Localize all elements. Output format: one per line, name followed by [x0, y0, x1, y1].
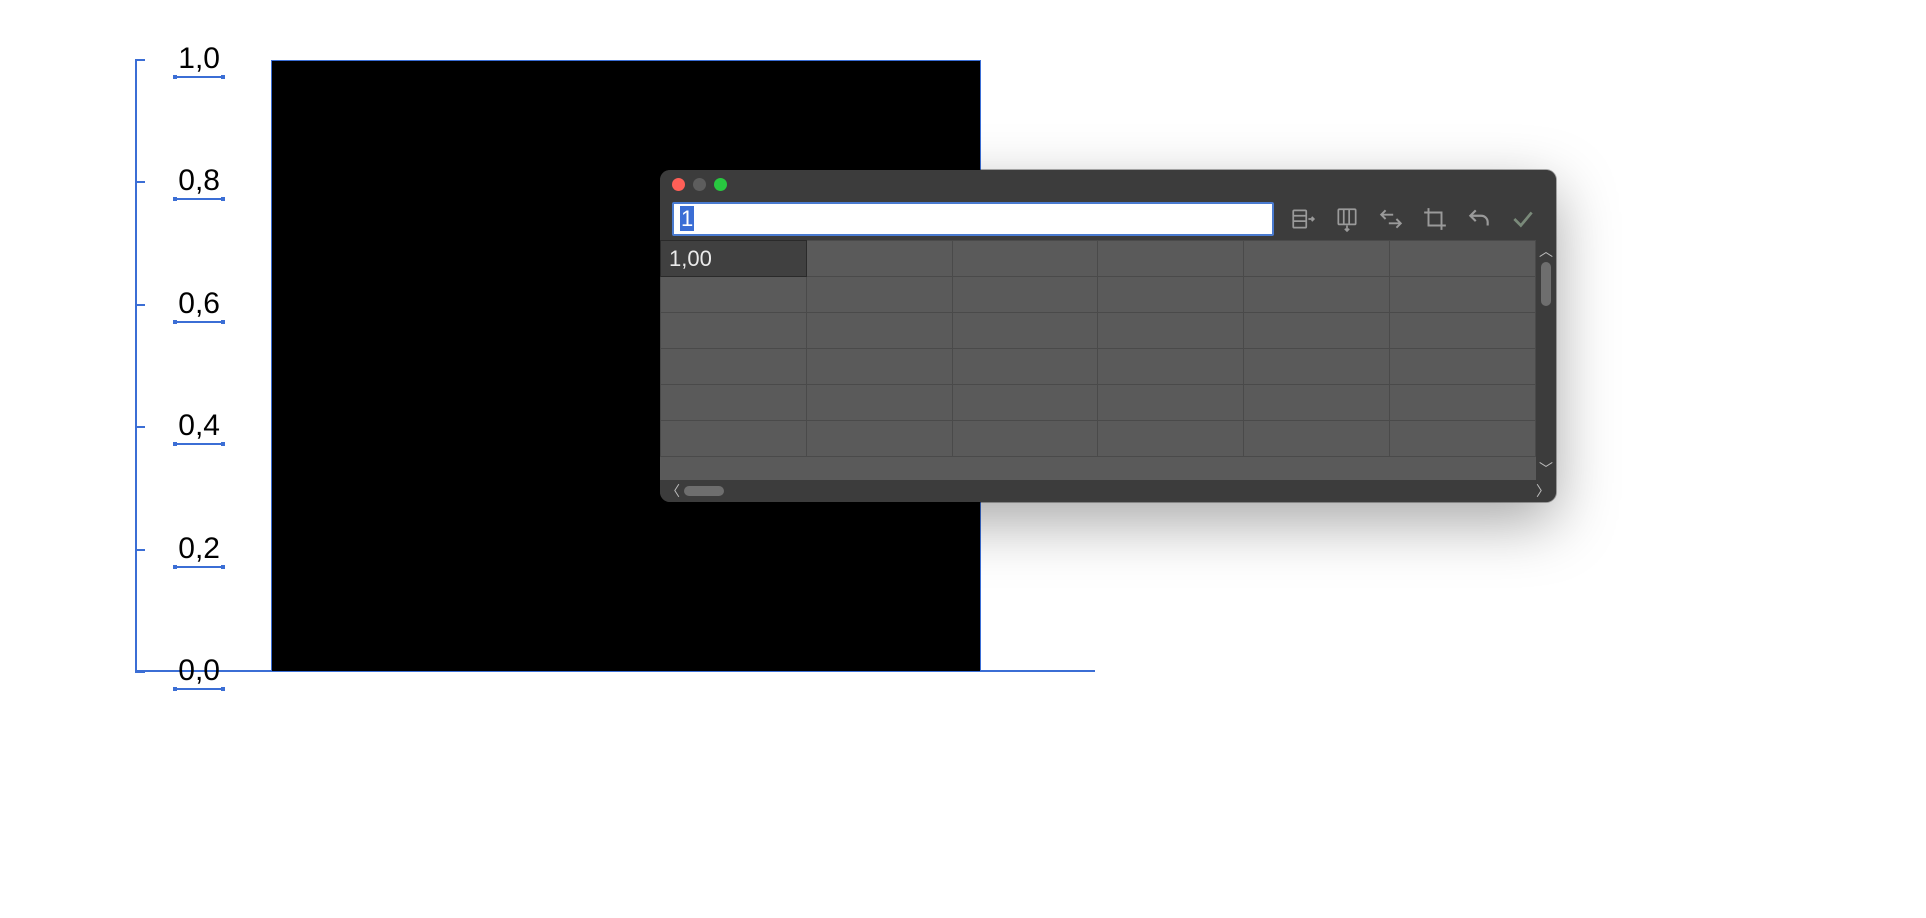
grid-cell[interactable] — [1098, 385, 1244, 421]
grid-cell[interactable] — [661, 421, 807, 457]
undo-icon[interactable] — [1464, 204, 1494, 234]
swap-xy-icon[interactable] — [1376, 204, 1406, 234]
grid-cell[interactable] — [1244, 385, 1390, 421]
y-tick-mark — [135, 671, 145, 673]
y-tick-label-0[interactable]: 0,0 — [176, 654, 222, 690]
y-tick-mark — [135, 549, 145, 551]
grid-cell[interactable] — [1390, 313, 1536, 349]
grid-cell[interactable] — [661, 313, 807, 349]
maximize-icon[interactable] — [714, 178, 727, 191]
y-tick-label-4[interactable]: 0,8 — [176, 164, 222, 200]
grid-cell[interactable] — [1098, 349, 1244, 385]
formula-value: 1 — [680, 206, 694, 231]
toolbar: 1 — [660, 198, 1556, 240]
y-tick-label-2[interactable]: 0,4 — [176, 409, 222, 445]
grid-cell[interactable] — [661, 349, 807, 385]
y-tick-label-1[interactable]: 0,2 — [176, 532, 222, 568]
grid-cell[interactable] — [806, 421, 952, 457]
grid-cell[interactable] — [1390, 421, 1536, 457]
grid-cell[interactable] — [1244, 277, 1390, 313]
y-tick-label-5[interactable]: 1,0 — [176, 42, 222, 78]
grid-cell[interactable] — [1244, 241, 1390, 277]
close-icon[interactable] — [672, 178, 685, 191]
grid-cell[interactable] — [1390, 385, 1536, 421]
data-table-window: 1 — [660, 170, 1556, 502]
grid-cell[interactable] — [806, 349, 952, 385]
grid-cell[interactable] — [1098, 241, 1244, 277]
y-tick-mark — [135, 304, 145, 306]
grid-cell[interactable] — [806, 313, 952, 349]
horizontal-scrollbar[interactable]: 〈 〉 — [660, 480, 1556, 502]
grid-cell[interactable] — [952, 385, 1098, 421]
grid-cell[interactable] — [952, 421, 1098, 457]
vertical-scrollbar[interactable]: ︿ ﹀ — [1536, 240, 1556, 480]
insert-row-icon[interactable] — [1288, 204, 1318, 234]
grid-cell[interactable] — [1244, 313, 1390, 349]
grid-cell[interactable] — [806, 277, 952, 313]
grid-cell[interactable] — [1098, 421, 1244, 457]
formula-input[interactable]: 1 — [672, 202, 1274, 236]
grid-cell[interactable] — [806, 385, 952, 421]
hscroll-thumb[interactable] — [684, 486, 724, 496]
grid-cell[interactable] — [1244, 421, 1390, 457]
accept-icon[interactable] — [1508, 204, 1538, 234]
y-tick-mark — [135, 426, 145, 428]
grid-cell[interactable] — [806, 241, 952, 277]
scroll-right-icon[interactable]: 〉 — [1536, 484, 1550, 498]
scroll-left-icon[interactable]: 〈 — [666, 484, 680, 498]
grid-cell[interactable] — [661, 385, 807, 421]
crop-range-icon[interactable] — [1420, 204, 1450, 234]
scroll-up-icon[interactable]: ︿ — [1539, 244, 1553, 258]
data-grid[interactable]: 1,00 — [660, 240, 1536, 480]
y-tick-mark — [135, 181, 145, 183]
grid-cell[interactable] — [952, 349, 1098, 385]
grid-cell[interactable] — [952, 313, 1098, 349]
minimize-icon[interactable] — [693, 178, 706, 191]
grid-cell[interactable] — [1390, 277, 1536, 313]
vscroll-thumb[interactable] — [1541, 262, 1551, 306]
grid-cell[interactable] — [661, 277, 807, 313]
scroll-down-icon[interactable]: ﹀ — [1539, 462, 1553, 476]
window-titlebar[interactable] — [660, 170, 1556, 198]
grid-cell[interactable] — [1098, 313, 1244, 349]
y-tick-mark — [135, 59, 145, 61]
grid-cell[interactable] — [952, 241, 1098, 277]
grid-cell[interactable] — [1244, 349, 1390, 385]
insert-column-icon[interactable] — [1332, 204, 1362, 234]
y-tick-label-3[interactable]: 0,6 — [176, 287, 222, 323]
toolbar-icons — [1282, 204, 1544, 234]
grid-cell[interactable] — [1390, 349, 1536, 385]
grid-cell[interactable] — [1098, 277, 1244, 313]
grid-cell[interactable] — [1390, 241, 1536, 277]
grid-cell[interactable] — [952, 277, 1098, 313]
grid-cell[interactable]: 1,00 — [661, 241, 807, 277]
